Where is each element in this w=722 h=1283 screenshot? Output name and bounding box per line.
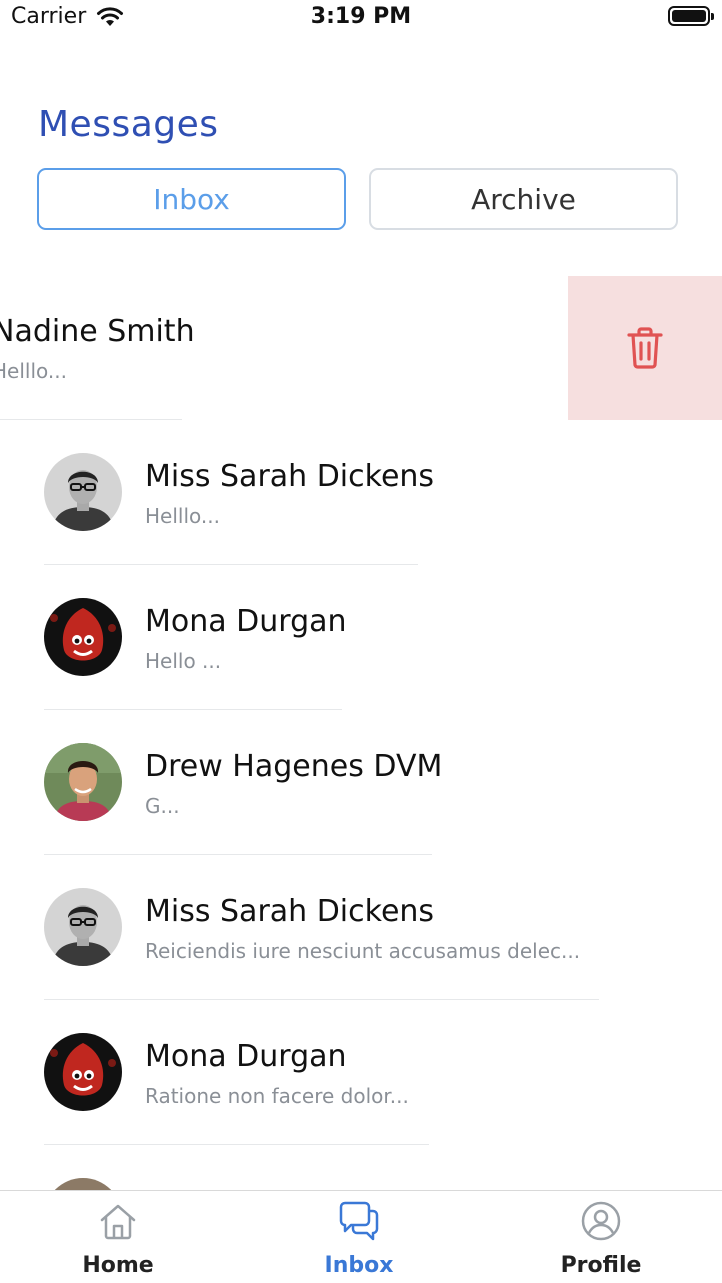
avatar <box>44 598 122 676</box>
tab-home[interactable]: Home <box>38 1191 198 1283</box>
profile-icon <box>581 1201 621 1241</box>
avatar <box>44 1178 122 1190</box>
message-preview: Hello ... <box>145 649 222 673</box>
message-preview: Helllo... <box>145 504 220 528</box>
tab-profile-label: Profile <box>560 1253 642 1278</box>
message-preview: Ratione non facere dolor... <box>145 1084 409 1108</box>
message-preview: G... <box>145 794 180 818</box>
avatar <box>44 453 122 531</box>
bottom-tab-bar: Home Inbox Profile <box>0 1190 722 1283</box>
tab-archive[interactable]: Archive <box>369 168 678 230</box>
tab-inbox-label: Inbox <box>324 1253 394 1278</box>
tab-profile[interactable]: Profile <box>521 1191 681 1283</box>
divider <box>44 564 418 565</box>
avatar <box>44 1033 122 1111</box>
list-item[interactable]: Mona Durgan Hello ... <box>0 566 722 711</box>
divider <box>44 1144 429 1145</box>
list-item[interactable]: Miss Sarah Dickens Reiciendis iure nesci… <box>0 856 722 1001</box>
list-item[interactable]: Mona Durgan Ratione non facere dolor... <box>0 1001 722 1146</box>
page-title: Messages <box>38 104 219 145</box>
conversation-list[interactable]: Nadine Smith Helllo... <box>0 276 722 1190</box>
contact-name: Miss Sarah Dickens <box>145 459 435 494</box>
delete-button[interactable] <box>568 276 722 420</box>
list-item[interactable]: Miss Sarah Dickens Helllo... <box>0 421 722 566</box>
battery-icon <box>668 6 714 26</box>
avatar <box>44 743 122 821</box>
contact-name: Miss Sarah Dickens <box>145 894 435 929</box>
avatar <box>44 888 122 966</box>
trash-icon <box>627 327 663 369</box>
tab-home-label: Home <box>82 1253 154 1278</box>
contact-name: Nadine Smith <box>0 314 195 349</box>
divider <box>0 419 182 420</box>
message-tabs: Inbox Archive <box>37 168 678 230</box>
message-preview: Reiciendis iure nesciunt accusamus delec… <box>145 939 581 963</box>
contact-name: Mona Durgan <box>145 1039 347 1074</box>
status-time: 3:19 PM <box>310 4 412 29</box>
chat-bubbles-icon <box>339 1201 379 1241</box>
tab-inbox-nav[interactable]: Inbox <box>279 1191 439 1283</box>
list-item[interactable]: Drew Hagenes DVM G... <box>0 711 722 856</box>
tab-inbox[interactable]: Inbox <box>37 168 346 230</box>
contact-name: Mona Durgan <box>145 604 347 639</box>
status-bar: Carrier 3:19 PM <box>0 0 722 40</box>
divider <box>44 999 599 1000</box>
home-icon <box>100 1204 136 1240</box>
contact-name: Drew Hagenes DVM <box>145 749 443 784</box>
list-item[interactable] <box>0 1146 722 1190</box>
message-preview: Helllo... <box>0 359 67 383</box>
divider <box>44 709 342 710</box>
list-item[interactable]: Nadine Smith Helllo... <box>0 276 722 421</box>
divider <box>44 854 432 855</box>
